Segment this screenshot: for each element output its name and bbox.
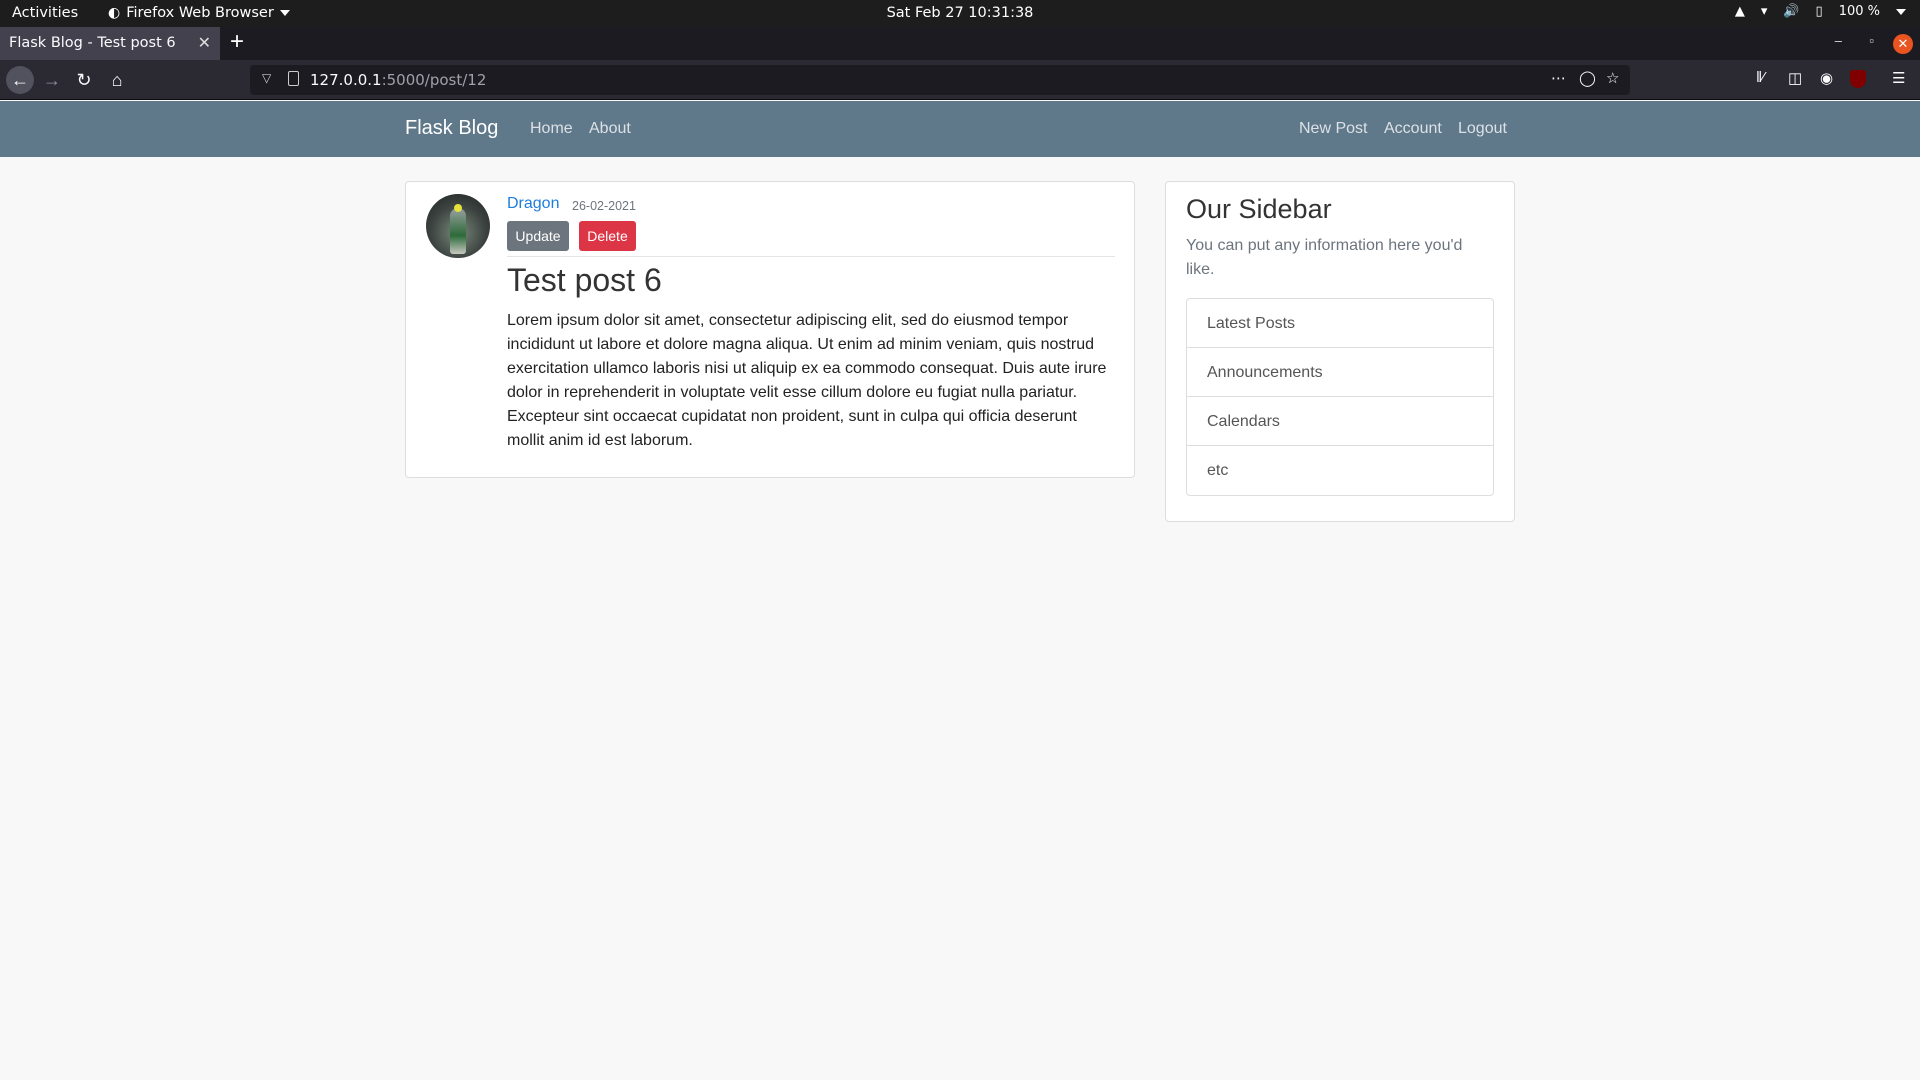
- activities-button[interactable]: Activities: [12, 5, 78, 21]
- delete-button[interactable]: Delete: [579, 221, 636, 251]
- reload-button[interactable]: ↻: [70, 66, 98, 94]
- notification-icon: ▲: [1734, 4, 1745, 19]
- pocket-icon[interactable]: ◯: [1579, 69, 1596, 87]
- avatar: [426, 194, 490, 258]
- restore-icon[interactable]: ▫: [1869, 33, 1874, 48]
- divider: [507, 256, 1115, 257]
- page-icon: [288, 71, 299, 86]
- tab-strip: Flask Blog - Test post 6 ✕ + – ▫ ✕: [0, 27, 1920, 60]
- sidebar: Our Sidebar You can put any information …: [1165, 181, 1515, 522]
- minimize-icon[interactable]: –: [1835, 33, 1842, 48]
- sidebar-list: Latest Posts Announcements Calendars etc: [1186, 298, 1494, 496]
- sidebar-item-latest-posts[interactable]: Latest Posts: [1187, 299, 1493, 348]
- window-close-button[interactable]: ✕: [1893, 34, 1913, 54]
- nav-about[interactable]: About: [589, 120, 631, 138]
- site-brand[interactable]: Flask Blog: [405, 117, 498, 140]
- post-author[interactable]: Dragon: [507, 195, 559, 213]
- sidebar-item-calendars[interactable]: Calendars: [1187, 397, 1493, 446]
- volume-icon: 🔊: [1783, 4, 1800, 19]
- sidebar-toggle-icon[interactable]: ◫: [1788, 69, 1802, 87]
- url-text: 127.0.0.1:5000/post/12: [310, 71, 487, 89]
- chevron-down-icon: [279, 10, 290, 16]
- home-button[interactable]: ⌂: [103, 66, 131, 94]
- update-button[interactable]: Update: [507, 221, 569, 251]
- sidebar-item-etc[interactable]: etc: [1187, 446, 1493, 495]
- new-tab-button[interactable]: +: [230, 28, 244, 56]
- wifi-icon: ▾: [1760, 4, 1768, 19]
- tab-title: Flask Blog - Test post 6: [9, 35, 176, 51]
- back-button[interactable]: ←: [6, 66, 34, 94]
- shield-icon[interactable]: ▽: [262, 71, 271, 85]
- battery-icon: ▯: [1815, 4, 1823, 19]
- firefox-icon: ◐: [108, 5, 121, 21]
- page-actions-icon[interactable]: ⋯: [1551, 69, 1566, 87]
- system-top-bar: Activities ◐ Firefox Web Browser Sat Feb…: [0, 0, 1920, 27]
- app-menu-label: Firefox Web Browser: [126, 5, 274, 21]
- hamburger-menu-icon[interactable]: ☰: [1892, 69, 1905, 87]
- chevron-down-icon: [1896, 8, 1906, 15]
- app-menu[interactable]: ◐ Firefox Web Browser: [108, 5, 290, 21]
- bookmark-star-icon[interactable]: ☆: [1606, 69, 1619, 87]
- nav-logout[interactable]: Logout: [1458, 120, 1507, 138]
- clock[interactable]: Sat Feb 27 10:31:38: [887, 5, 1034, 21]
- system-tray[interactable]: ▲ ▾ 🔊 ▯ 100 %: [1735, 4, 1906, 19]
- account-icon[interactable]: ◉: [1820, 69, 1833, 87]
- sidebar-title: Our Sidebar: [1186, 194, 1332, 224]
- site-navbar: Flask Blog Home About New Post Account L…: [0, 101, 1920, 157]
- close-tab-icon[interactable]: ✕: [198, 33, 211, 52]
- nav-new-post[interactable]: New Post: [1299, 120, 1367, 138]
- battery-percentage: 100 %: [1838, 4, 1880, 19]
- forward-button[interactable]: →: [38, 66, 66, 94]
- library-icon[interactable]: ‖⁄: [1756, 69, 1765, 86]
- sidebar-description: You can put any information here you'd l…: [1186, 237, 1463, 278]
- post-card: Dragon 26-02-2021 Update Delete Test pos…: [405, 181, 1135, 478]
- sidebar-item-announcements[interactable]: Announcements: [1187, 348, 1493, 397]
- post-title: Test post 6: [507, 262, 662, 298]
- browser-toolbar: ← → ↻ ⌂ ▽ 127.0.0.1:5000/post/12 ⋯ ◯ ☆ ‖…: [0, 60, 1920, 100]
- post-content: Lorem ipsum dolor sit amet, consectetur …: [507, 312, 1107, 449]
- browser-tab[interactable]: Flask Blog - Test post 6 ✕: [0, 27, 220, 60]
- url-bar[interactable]: ▽ 127.0.0.1:5000/post/12 ⋯ ◯ ☆: [250, 65, 1630, 95]
- nav-home[interactable]: Home: [530, 120, 573, 138]
- post-date: 26-02-2021: [572, 199, 636, 213]
- nav-account[interactable]: Account: [1384, 120, 1442, 138]
- ublock-icon[interactable]: [1850, 70, 1866, 88]
